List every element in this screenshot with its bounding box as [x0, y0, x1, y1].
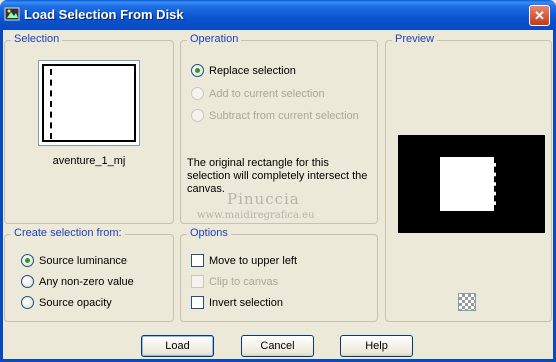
watermark-url: www.maidiregrafica.eu	[197, 210, 315, 221]
radio-indicator[interactable]	[21, 254, 34, 267]
selection-group-label: Selection	[11, 33, 63, 45]
checkbox-indicator[interactable]	[191, 296, 204, 309]
radio-indicator[interactable]	[21, 275, 34, 288]
move-upper-left-label: Move to upper left	[209, 254, 298, 267]
replace-selection-radio[interactable]: Replace selection	[191, 64, 296, 77]
load-button[interactable]: Load	[141, 335, 214, 357]
title-bar[interactable]: Load Selection From Disk ✕	[0, 0, 556, 30]
checkbox-indicator	[191, 275, 204, 288]
selection-thumbnail-image	[42, 64, 136, 142]
selection-filename: aventure_1_mj	[52, 155, 126, 167]
radio-indicator	[191, 109, 204, 122]
invert-selection-label: Invert selection	[209, 296, 283, 309]
checkerboard-icon[interactable]	[458, 293, 476, 311]
any-nonzero-label: Any non-zero value	[39, 275, 134, 288]
create-from-group-label: Create selection from:	[11, 227, 125, 239]
checkbox-indicator[interactable]	[191, 254, 204, 267]
add-to-selection-radio: Add to current selection	[191, 87, 325, 100]
preview-selection	[440, 157, 496, 211]
clip-to-canvas-label: Clip to canvas	[209, 275, 279, 288]
source-luminance-label: Source luminance	[39, 254, 128, 267]
subtract-selection-radio: Subtract from current selection	[191, 109, 359, 122]
subtract-selection-label: Subtract from current selection	[209, 109, 359, 122]
preview-marquee	[494, 157, 496, 211]
selection-thumbnail[interactable]	[38, 60, 140, 146]
preview-canvas	[398, 135, 545, 233]
radio-indicator[interactable]	[21, 296, 34, 309]
options-group-label: Options	[187, 227, 231, 239]
window-title: Load Selection From Disk	[24, 7, 184, 22]
preview-group-label: Preview	[392, 33, 438, 45]
invert-selection-checkbox[interactable]: Invert selection	[191, 296, 283, 309]
help-button[interactable]: Help	[340, 335, 413, 357]
selection-marquee	[50, 69, 52, 139]
add-to-selection-label: Add to current selection	[209, 87, 325, 100]
any-nonzero-radio[interactable]: Any non-zero value	[21, 275, 134, 288]
close-button[interactable]: ✕	[529, 5, 550, 26]
app-icon	[4, 7, 20, 21]
replace-selection-label: Replace selection	[209, 64, 296, 77]
radio-indicator	[191, 87, 204, 100]
source-luminance-radio[interactable]: Source luminance	[21, 254, 127, 267]
source-opacity-label: Source opacity	[39, 296, 112, 309]
clip-to-canvas-checkbox: Clip to canvas	[191, 275, 278, 288]
cancel-button[interactable]: Cancel	[241, 335, 314, 357]
watermark-name: Pinuccia	[227, 190, 300, 208]
radio-indicator[interactable]	[191, 64, 204, 77]
source-opacity-radio[interactable]: Source opacity	[21, 296, 112, 309]
move-upper-left-checkbox[interactable]: Move to upper left	[191, 254, 297, 267]
operation-group-label: Operation	[187, 33, 242, 45]
